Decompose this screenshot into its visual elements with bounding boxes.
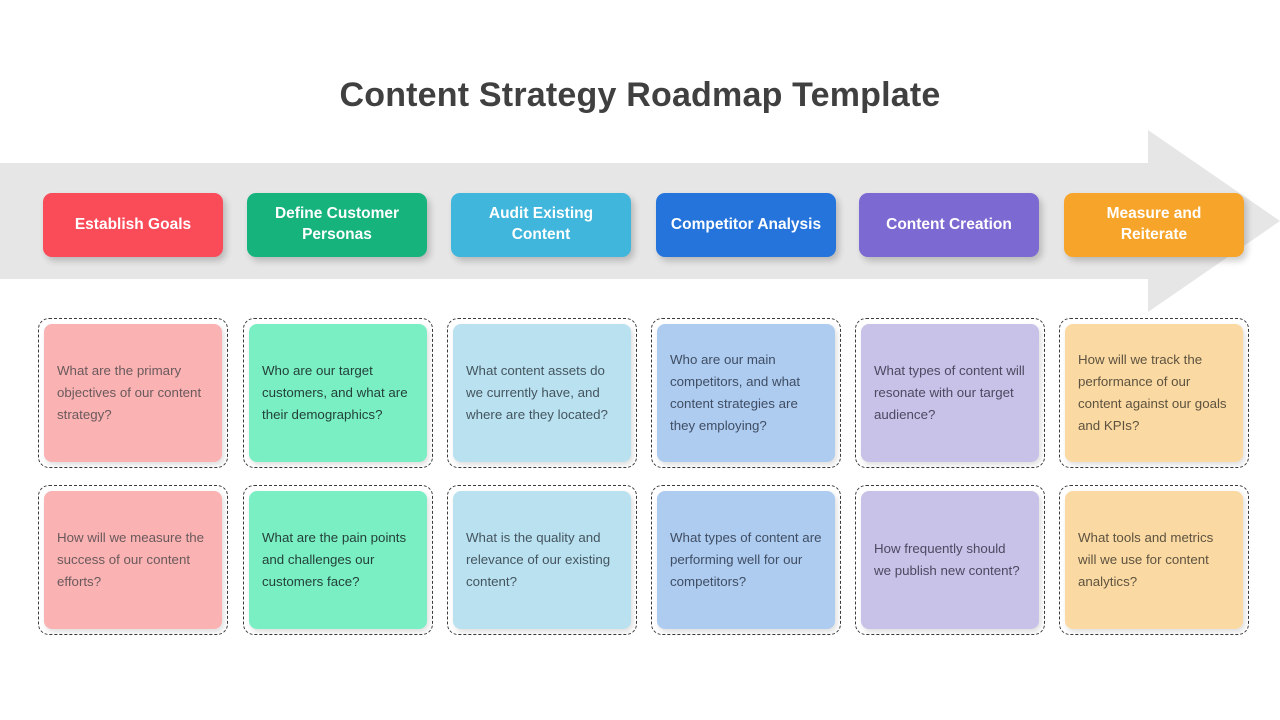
stage-label: Content Creation — [886, 215, 1012, 233]
question-text: What are the primary objectives of our c… — [57, 363, 202, 422]
stage-label: Define Customer Personas — [274, 205, 400, 243]
question-card-body: How will we track the performance of our… — [1065, 324, 1243, 462]
question-card[interactable]: What tools and metrics will we use for c… — [1059, 485, 1249, 635]
question-text: What is the quality and relevance of our… — [466, 530, 611, 589]
stage-box-audit-existing-content[interactable]: Audit Existing Content — [451, 193, 631, 257]
question-text: What tools and metrics will we use for c… — [1078, 530, 1214, 589]
question-card[interactable]: What are the pain points and challenges … — [243, 485, 433, 635]
question-card-body: What is the quality and relevance of our… — [453, 491, 631, 629]
question-card-body: What types of content are performing wel… — [657, 491, 835, 629]
question-card[interactable]: How will we track the performance of our… — [1059, 318, 1249, 468]
question-card-body: How frequently should we publish new con… — [861, 491, 1039, 629]
question-text: How will we track the performance of our… — [1078, 352, 1227, 433]
stage-box-measure-and-reiterate[interactable]: Measure and Reiterate — [1064, 193, 1244, 257]
question-card-body: Who are our main competitors, and what c… — [657, 324, 835, 462]
question-text: Who are our target customers, and what a… — [262, 363, 408, 422]
stage-box-establish-goals[interactable]: Establish Goals — [43, 193, 223, 257]
question-card-body: What are the pain points and challenges … — [249, 491, 427, 629]
question-card[interactable]: What is the quality and relevance of our… — [447, 485, 637, 635]
stage-label: Establish Goals — [74, 215, 192, 233]
stage-label: Measure and Reiterate — [1106, 205, 1202, 243]
question-text: How frequently should we publish new con… — [874, 541, 1020, 578]
stage-list: Establish Goals Define Customer Personas… — [0, 130, 1280, 312]
stage-box-define-customer-personas[interactable]: Define Customer Personas — [247, 193, 427, 257]
question-card[interactable]: What types of content will resonate with… — [855, 318, 1045, 468]
question-text: Who are our main competitors, and what c… — [670, 352, 801, 433]
stage-box-competitor-analysis[interactable]: Competitor Analysis — [656, 193, 836, 257]
question-text: What are the pain points and challenges … — [262, 530, 407, 589]
question-card-body: What content assets do we currently have… — [453, 324, 631, 462]
stage-box-content-creation[interactable]: Content Creation — [859, 193, 1039, 257]
question-text: What types of content will resonate with… — [874, 363, 1025, 422]
question-card[interactable]: What content assets do we currently have… — [447, 318, 637, 468]
question-card[interactable]: What are the primary objectives of our c… — [38, 318, 228, 468]
question-card-grid: What are the primary objectives of our c… — [0, 318, 1280, 643]
question-card-body: How will we measure the success of our c… — [44, 491, 222, 629]
page-title: Content Strategy Roadmap Template — [339, 76, 941, 114]
question-card[interactable]: How frequently should we publish new con… — [855, 485, 1045, 635]
question-text: What content assets do we currently have… — [466, 363, 608, 422]
question-card[interactable]: Who are our target customers, and what a… — [243, 318, 433, 468]
question-text: What types of content are performing wel… — [670, 530, 822, 589]
question-card-body: What are the primary objectives of our c… — [44, 324, 222, 462]
question-text: How will we measure the success of our c… — [57, 530, 205, 589]
stage-banner: Establish Goals Define Customer Personas… — [0, 130, 1280, 312]
question-card-body: What tools and metrics will we use for c… — [1065, 491, 1243, 629]
question-card[interactable]: Who are our main competitors, and what c… — [651, 318, 841, 468]
question-card-body: Who are our target customers, and what a… — [249, 324, 427, 462]
stage-label: Competitor Analysis — [670, 215, 822, 233]
question-card[interactable]: How will we measure the success of our c… — [38, 485, 228, 635]
stage-label: Audit Existing Content — [488, 205, 594, 243]
question-card-body: What types of content will resonate with… — [861, 324, 1039, 462]
question-card[interactable]: What types of content are performing wel… — [651, 485, 841, 635]
